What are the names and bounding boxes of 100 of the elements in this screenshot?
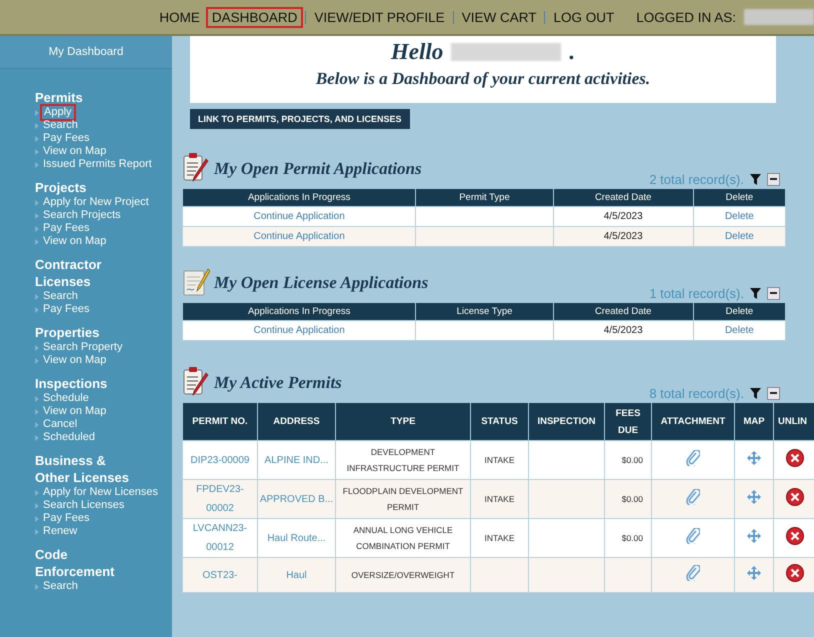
bullet-icon	[35, 490, 39, 496]
sidebar-heading: Permits	[35, 89, 84, 106]
permit-link[interactable]: LVCANN23-00012	[184, 519, 256, 557]
sidebar-heading: Code Enforcement	[35, 546, 116, 580]
panel-title: My Active Permits	[214, 373, 342, 393]
redacted-name	[744, 9, 814, 25]
bullet-icon	[35, 358, 39, 364]
clipboard-icon	[182, 153, 210, 183]
bullet-icon	[35, 149, 39, 155]
unlink-icon[interactable]	[786, 448, 804, 466]
table-cell: $0.00	[604, 480, 652, 518]
column-header: MAP	[734, 402, 774, 440]
sidebar-link[interactable]: Search	[40, 578, 172, 595]
delete-link[interactable]: Delete	[724, 211, 754, 222]
column-header: Delete	[693, 188, 786, 206]
bullet-icon	[35, 226, 39, 232]
paperclip-icon[interactable]	[686, 488, 700, 504]
record-count: 8 total record(s).	[649, 386, 744, 400]
minus-icon	[770, 292, 777, 294]
logged-in-label: LOGGED IN AS:	[636, 10, 736, 24]
bullet-icon	[35, 503, 39, 509]
bullet-icon	[35, 345, 39, 351]
panel-title: My Open License Applications	[214, 273, 428, 293]
bullet-icon	[35, 396, 39, 402]
delete-link[interactable]: Delete	[724, 231, 754, 242]
sidebar-heading: Inspections	[35, 375, 108, 392]
collapse-button[interactable]	[767, 172, 780, 186]
bullet-icon	[35, 110, 39, 116]
sidebar-heading: Projects	[35, 179, 88, 196]
record-count: 2 total record(s).	[649, 172, 744, 186]
sidebar-heading: Contractor Licenses	[35, 256, 102, 290]
unlink-icon[interactable]	[786, 488, 804, 506]
unlink-icon[interactable]	[786, 564, 804, 582]
panel-title: My Open Permit Applications	[214, 159, 422, 179]
collapse-button[interactable]	[767, 386, 780, 400]
filter-icon[interactable]	[750, 174, 761, 184]
permit-link[interactable]: FPDEV23-00002	[184, 480, 256, 518]
column-header: INSPECTION	[528, 402, 604, 440]
paperclip-icon[interactable]	[686, 564, 700, 580]
nav-link[interactable]: DASHBOARD	[206, 6, 304, 28]
nav-link[interactable]: HOME	[153, 6, 206, 28]
sidebar-link[interactable]: Apply	[40, 104, 76, 121]
column-header: ATTACHMENT	[652, 402, 734, 440]
column-header: UNLIN	[774, 402, 814, 440]
bullet-icon	[35, 422, 39, 428]
nav-link[interactable]: LOG OUT	[547, 6, 620, 28]
minus-icon	[770, 178, 777, 180]
bullet-icon	[35, 200, 39, 206]
bullet-icon	[35, 516, 39, 522]
column-header: FEES DUE	[604, 402, 652, 440]
bullet-icon	[35, 136, 39, 142]
column-header: STATUS	[470, 402, 528, 440]
bullet-icon	[35, 409, 39, 415]
paperclip-icon[interactable]	[686, 528, 700, 544]
table-cell: OVERSIZE/OVERWEIGHT	[336, 558, 470, 592]
table-cell: 4/5/2023	[553, 226, 694, 246]
move-arrows-icon[interactable]	[747, 566, 761, 580]
filter-icon[interactable]	[750, 288, 761, 298]
link-button[interactable]: LINK TO PERMITS, PROJECTS, AND LICENSES	[190, 109, 410, 129]
bullet-icon	[35, 123, 39, 129]
column-header: ADDRESS	[258, 402, 336, 440]
table-cell: FLOODPLAIN DEVELOPMENT PERMIT	[336, 480, 470, 518]
bullet-icon	[35, 435, 39, 441]
bullet-icon	[35, 584, 39, 590]
table-cell: 4/5/2023	[553, 320, 694, 340]
bullet-icon	[35, 162, 39, 168]
greeting-subtitle: Below is a Dashboard of your current activities.	[316, 69, 650, 89]
bullet-icon	[35, 213, 39, 219]
bullet-icon	[35, 307, 39, 313]
sidebar-title: My Dashboard	[0, 36, 172, 69]
move-arrows-icon[interactable]	[747, 450, 761, 464]
nav-link[interactable]: VIEW/EDIT PROFILE	[308, 6, 451, 28]
nav-link[interactable]: VIEW CART	[456, 6, 542, 28]
minus-icon	[770, 392, 777, 394]
column-header: Created Date	[553, 302, 694, 320]
move-arrows-icon[interactable]	[747, 528, 761, 542]
unlink-icon[interactable]	[786, 526, 804, 544]
certificate-icon	[182, 267, 210, 297]
column-header: Permit Type	[416, 188, 554, 206]
greeting-hello: Hello	[390, 39, 444, 65]
table-cell: INTAKE	[470, 480, 528, 518]
delete-link[interactable]: Delete	[724, 325, 754, 336]
bullet-icon	[35, 529, 39, 535]
clipboard-icon	[182, 367, 210, 397]
move-arrows-icon[interactable]	[747, 490, 761, 504]
bullet-icon	[35, 239, 39, 245]
column-header: License Type	[416, 302, 554, 320]
column-header: PERMIT NO.	[182, 402, 258, 440]
greeting-period: .	[569, 39, 576, 65]
bullet-icon	[35, 294, 39, 300]
sidebar-heading: Properties	[35, 324, 100, 341]
collapse-button[interactable]	[767, 286, 780, 300]
column-header: Created Date	[553, 188, 694, 206]
column-header: Delete	[693, 302, 786, 320]
record-count: 1 total record(s).	[649, 286, 744, 300]
column-header: Applications In Progress	[182, 302, 416, 320]
paperclip-icon[interactable]	[686, 450, 700, 466]
filter-icon[interactable]	[750, 388, 761, 398]
column-header: TYPE	[336, 402, 470, 440]
sidebar-heading: Business & Other Licenses	[35, 452, 130, 486]
